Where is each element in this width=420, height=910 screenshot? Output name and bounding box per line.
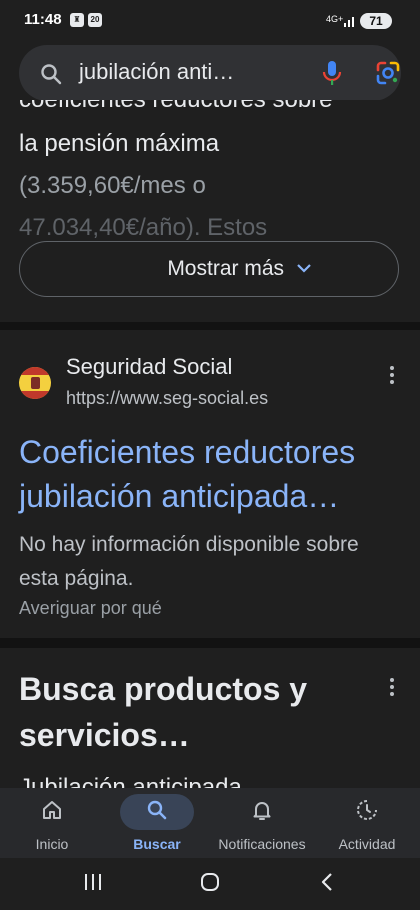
why-link[interactable]: Averiguar por qué [19, 598, 162, 619]
products-heading: Busca productos y servicios… [19, 671, 308, 753]
products-item-cut[interactable]: Jubilación anticipada [19, 774, 242, 788]
home-button-icon[interactable] [200, 872, 220, 892]
result-description: No hay información disponible sobre esta… [19, 533, 359, 590]
microphone-icon[interactable] [321, 60, 343, 86]
status-bar: 11:48 ♜ 20 4G+ 71 [0, 0, 420, 40]
divider [0, 322, 420, 330]
snippet-cut-line: coeficientes reductores sobre [19, 100, 333, 114]
nav-item-notificaciones[interactable]: Notificaciones [210, 788, 314, 858]
app-notification-icon: ♜ [70, 13, 84, 27]
show-more-label: Mostrar más [167, 257, 284, 280]
system-navigation-bar [0, 858, 420, 910]
recent-apps-icon[interactable] [83, 872, 103, 892]
nav-label-actividad: Actividad [338, 836, 396, 852]
snippet-line-3: 47.034,40€/año). Estos [19, 214, 268, 241]
divider [0, 638, 420, 648]
nav-label-inicio: Inicio [35, 836, 69, 852]
result-url[interactable]: https://www.seg-social.es [66, 388, 268, 409]
search-icon [41, 64, 62, 85]
chevron-down-icon [297, 264, 311, 273]
nav-item-buscar[interactable]: Buscar [119, 788, 195, 858]
nav-item-actividad[interactable]: Actividad [330, 788, 404, 858]
bell-icon [253, 802, 271, 820]
back-icon[interactable] [318, 872, 338, 892]
nav-item-inicio[interactable]: Inicio [14, 788, 90, 858]
result-title-link[interactable]: Coeficientes reductores jubilación antic… [19, 430, 409, 518]
search-input[interactable]: jubilación anti… [79, 59, 234, 85]
activity-icon [357, 800, 377, 820]
snippet-card: coeficientes reductores sobre la pensión… [0, 100, 420, 322]
bottom-navigation: Inicio Buscar Notificaciones Actividad [0, 788, 420, 858]
more-options-icon[interactable] [384, 678, 400, 700]
calendar-badge-icon: 20 [88, 13, 102, 27]
more-options-icon[interactable] [384, 366, 400, 388]
nav-label-buscar: Buscar [133, 836, 181, 852]
products-section: Busca productos y servicios… Jubilación … [0, 648, 420, 788]
status-time: 11:48 [24, 11, 62, 28]
battery-icon: 71 [360, 13, 392, 29]
google-lens-icon[interactable] [375, 60, 401, 86]
snippet-line-2: (3.359,60€/mes o [19, 172, 206, 199]
search-icon [147, 800, 167, 820]
signal-icon [344, 17, 354, 27]
snippet-line-1: la pensión máxima [19, 130, 220, 157]
network-type: 4G+ [326, 14, 344, 24]
result-site-name[interactable]: Seguridad Social [66, 354, 232, 380]
search-result: Seguridad Social https://www.seg-social.… [0, 330, 420, 638]
show-more-button[interactable]: Mostrar más [19, 241, 399, 297]
home-icon [43, 801, 61, 819]
search-bar[interactable]: jubilación anti… [19, 45, 401, 101]
site-favicon [19, 367, 51, 399]
nav-label-notificaciones: Notificaciones [218, 836, 306, 852]
